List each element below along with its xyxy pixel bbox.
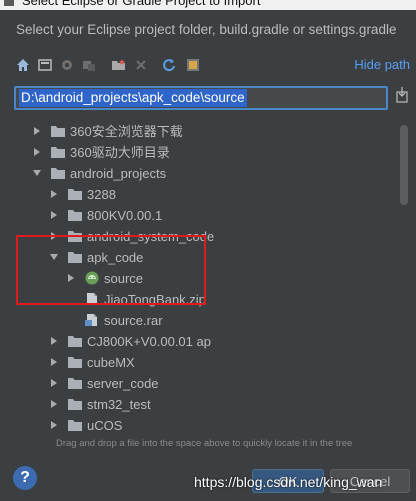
- home-icon[interactable]: [14, 55, 32, 75]
- tree-row[interactable]: apk_code: [14, 247, 394, 268]
- chevron-right-icon[interactable]: [32, 126, 42, 136]
- chevron-right-icon[interactable]: [49, 336, 59, 346]
- tree-row[interactable]: 360驱动大师目录: [14, 142, 394, 163]
- chevron-right-icon[interactable]: [49, 420, 59, 430]
- refresh-icon[interactable]: [160, 55, 178, 75]
- folder-icon: [68, 399, 82, 410]
- tree-item-label: android_system_code: [87, 229, 215, 244]
- path-input[interactable]: D:\android_projects\apk_code\source: [14, 86, 388, 110]
- tree-item-label: stm32_test: [87, 397, 151, 412]
- tree-row[interactable]: stm32_test: [14, 394, 394, 415]
- tree-row[interactable]: source: [14, 268, 394, 289]
- chevron-right-icon[interactable]: [66, 273, 76, 283]
- tree-item-label: CJ800K+V0.00.01 ap: [87, 334, 211, 349]
- path-history-icon[interactable]: [395, 86, 409, 108]
- tree-item-label: android_projects: [70, 166, 167, 181]
- app-icon: [4, 0, 14, 6]
- new-folder-icon[interactable]: [110, 55, 128, 75]
- path-row: D:\android_projects\apk_code\source: [14, 86, 414, 110]
- android-project-icon: [85, 271, 99, 285]
- chevron-right-icon[interactable]: [49, 399, 59, 409]
- tree-row[interactable]: uCOS: [14, 415, 394, 435]
- folder-icon: [51, 147, 65, 158]
- folder-icon: [68, 210, 82, 221]
- delete-icon[interactable]: [132, 55, 150, 75]
- show-hidden-icon[interactable]: [184, 55, 202, 75]
- tree-item-label: apk_code: [87, 250, 144, 265]
- dialog-subtitle: Select your Eclipse project folder, buil…: [16, 22, 397, 37]
- desktop-icon[interactable]: [36, 55, 54, 75]
- tree-item-label: 360驱动大师目录: [70, 145, 170, 160]
- folder-icon: [68, 378, 82, 389]
- chevron-right-icon[interactable]: [32, 147, 42, 157]
- tree-scrollbar[interactable]: [400, 125, 408, 205]
- folder-icon: [68, 189, 82, 200]
- path-value: D:\android_projects\apk_code\source: [19, 89, 247, 107]
- chevron-right-icon[interactable]: [49, 210, 59, 220]
- tree-item-label: 800KV0.00.1: [87, 208, 163, 223]
- folder-icon: [51, 126, 65, 137]
- tree-row[interactable]: 360安全浏览器下载: [14, 121, 394, 142]
- window-title: Select Eclipse or Gradle Project to Impo…: [22, 0, 261, 8]
- chevron-down-icon[interactable]: [49, 252, 59, 262]
- drag-drop-hint: Drag and drop a file into the space abov…: [56, 438, 353, 449]
- tree-row[interactable]: 800KV0.00.1: [14, 205, 394, 226]
- folder-icon: [68, 231, 82, 242]
- tree-item-label: cubeMX: [87, 355, 135, 370]
- tree-item-label: source: [104, 271, 144, 286]
- tree-row[interactable]: 3288: [14, 184, 394, 205]
- tree-row[interactable]: source.rar: [14, 310, 394, 331]
- window-titlebar: Select Eclipse or Gradle Project to Impo…: [0, 0, 416, 10]
- tree-row[interactable]: android_system_code: [14, 226, 394, 247]
- module-icon[interactable]: [80, 55, 98, 75]
- project-icon[interactable]: [58, 55, 76, 75]
- tree-item-label: server_code: [87, 376, 159, 391]
- file-icon: [87, 293, 97, 305]
- folder-icon: [68, 420, 82, 431]
- tree-item-label: JiaoTongBank.zip: [104, 292, 206, 307]
- folder-icon: [68, 252, 82, 263]
- chevron-right-icon[interactable]: [49, 378, 59, 388]
- tree-row[interactable]: cubeMX: [14, 352, 394, 373]
- chevron-right-icon[interactable]: [49, 189, 59, 199]
- tree-row[interactable]: CJ800K+V0.00.01 ap: [14, 331, 394, 352]
- tree-row[interactable]: JiaoTongBank.zip: [14, 289, 394, 310]
- chevron-right-icon[interactable]: [49, 231, 59, 241]
- tree-item-label: uCOS: [87, 418, 123, 433]
- tree-item-label: source.rar: [104, 313, 163, 328]
- chevron-right-icon[interactable]: [49, 357, 59, 367]
- hide-path-link[interactable]: Hide path: [354, 57, 410, 72]
- watermark: https://blog.csdn.net/king_wan: [194, 474, 383, 490]
- folder-icon: [68, 357, 82, 368]
- tree-item-label: 3288: [87, 187, 116, 202]
- file-icon: [85, 314, 97, 326]
- folder-icon: [51, 168, 65, 179]
- file-tree[interactable]: 360安全浏览器下载 360驱动大师目录 android_projects 3288 8…: [14, 117, 414, 435]
- folder-icon: [68, 336, 82, 347]
- tree-row[interactable]: server_code: [14, 373, 394, 394]
- tree-item-label: 360安全浏览器下载: [70, 124, 183, 139]
- tree-row[interactable]: android_projects: [14, 163, 394, 184]
- chevron-down-icon[interactable]: [32, 168, 42, 178]
- help-button[interactable]: ?: [13, 466, 37, 490]
